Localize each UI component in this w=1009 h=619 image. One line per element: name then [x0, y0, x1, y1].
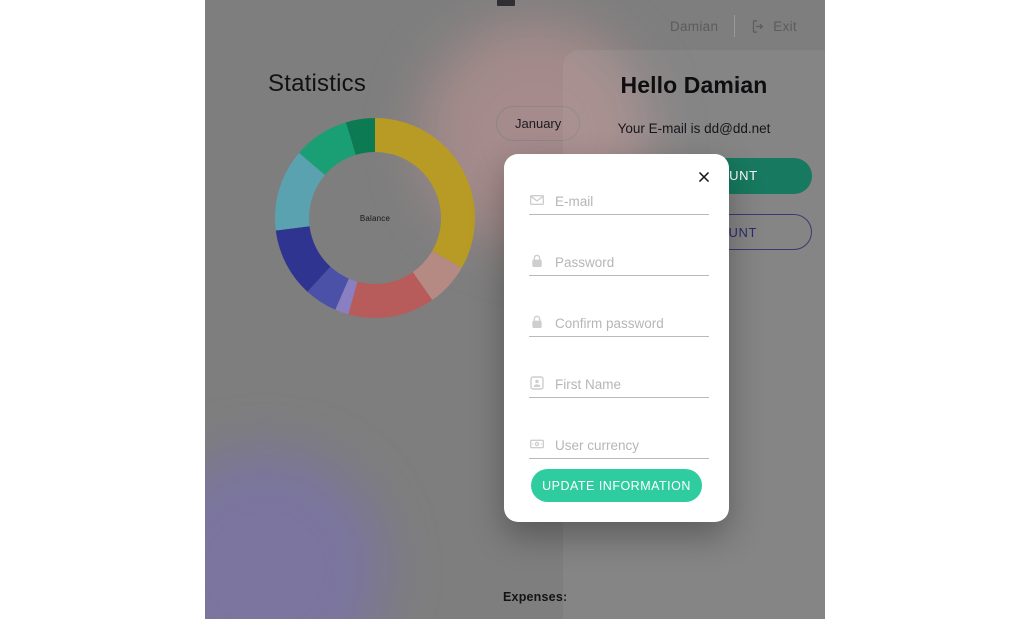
- balance-donut-chart: Balance: [267, 110, 483, 326]
- exit-button[interactable]: Exit: [751, 19, 797, 34]
- expenses-label: Expenses:: [503, 590, 568, 604]
- donut-segment[interactable]: [375, 118, 475, 268]
- top-navigation-bar: Damian Exit: [205, 0, 825, 52]
- field-first-name: [529, 375, 732, 398]
- envelope-icon: [529, 192, 545, 208]
- donut-svg: [275, 118, 475, 318]
- lock-icon: [529, 253, 545, 269]
- topbar-divider: [734, 15, 736, 37]
- logout-icon: [751, 19, 766, 34]
- statistics-title: Statistics: [268, 70, 367, 97]
- update-information-modal: UPDATE INFORMATION: [504, 154, 732, 522]
- field-confirm-password: [529, 314, 732, 337]
- email-input[interactable]: [555, 194, 732, 210]
- field-user-currency: [529, 436, 732, 459]
- lock-icon: [529, 314, 545, 330]
- top-notch-marker: [497, 0, 515, 6]
- modal-field-list: [529, 192, 732, 497]
- field-email: [529, 192, 732, 215]
- first-name-input[interactable]: [555, 377, 732, 393]
- banknote-icon: [529, 436, 545, 452]
- totals-block: Expenses: Income:: [503, 590, 567, 619]
- password-input[interactable]: [555, 255, 732, 271]
- update-information-button[interactable]: UPDATE INFORMATION: [531, 469, 702, 502]
- account-email-line: Your E-mail is dd@dd.net: [617, 121, 771, 136]
- exit-label: Exit: [773, 18, 797, 34]
- account-greeting: Hello Damian: [620, 72, 768, 98]
- person-icon: [529, 375, 545, 391]
- close-icon[interactable]: [693, 166, 715, 188]
- field-password: [529, 253, 732, 276]
- confirm-password-input[interactable]: [555, 316, 732, 332]
- topbar-user-name: Damian: [669, 18, 719, 34]
- user-currency-input[interactable]: [555, 438, 732, 454]
- screenshot-viewport: Damian Exit Statistics Balance January E…: [0, 0, 1009, 619]
